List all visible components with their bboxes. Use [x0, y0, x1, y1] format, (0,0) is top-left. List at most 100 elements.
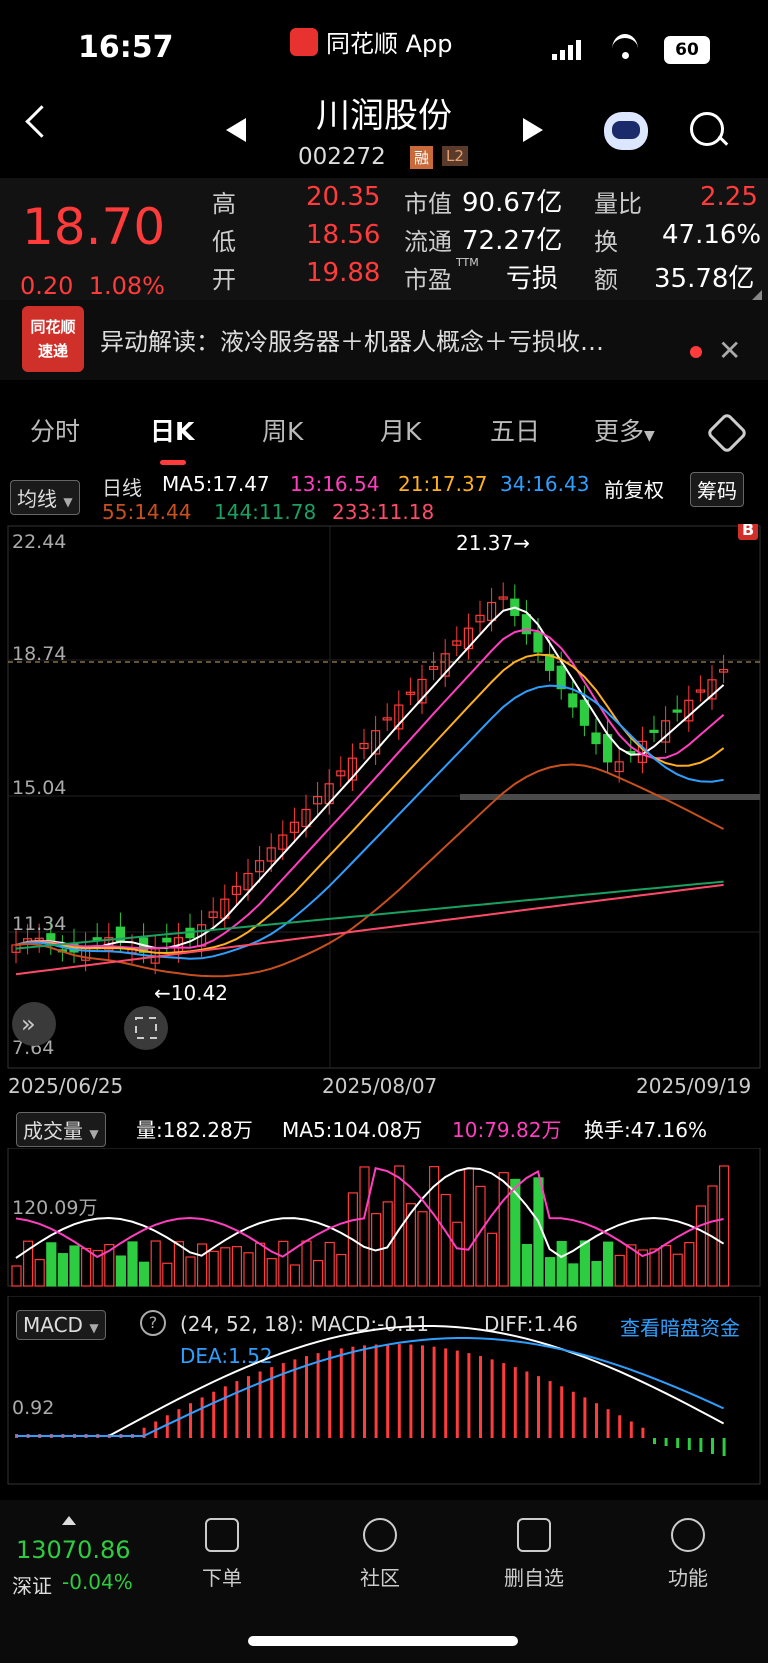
volume-bar: [718, 1165, 730, 1287]
volume-bar: [220, 1247, 231, 1287]
margin-tag: 融: [410, 146, 434, 169]
unread-dot-icon: [690, 346, 702, 358]
adjust-mode-label[interactable]: 前复权: [604, 474, 664, 503]
pe-label: 市盈: [404, 266, 452, 294]
nav-label: 社区: [360, 1566, 400, 1590]
volume-bar: [440, 1193, 451, 1287]
fullscreen-icon[interactable]: [124, 1006, 168, 1050]
nav-place-order[interactable]: 下单: [182, 1518, 262, 1591]
stock-name: 川润股份: [316, 96, 452, 136]
battery-level: 60: [675, 40, 699, 60]
wifi-icon: [612, 34, 642, 64]
index-value[interactable]: 13070.86: [16, 1536, 131, 1564]
volume-ratio-value: 2.25: [700, 182, 758, 212]
ma21-legend: 21:17.37: [398, 472, 488, 496]
volume-bar: [57, 1253, 69, 1287]
kline-chart[interactable]: 22.44 18.74 15.04 11.34 7.64 21.37→ ←10.…: [0, 524, 768, 1070]
expand-triangle-icon[interactable]: [752, 290, 762, 300]
minus-box-icon: [517, 1518, 551, 1552]
change-amount: 0.20: [20, 272, 74, 300]
macd-bar: [618, 1415, 622, 1438]
volume-bar: [46, 1242, 57, 1287]
macd-bar: [235, 1381, 239, 1438]
y-tick-label: 15.04: [12, 777, 66, 799]
low-value: 18.56: [306, 220, 381, 250]
volume-chart[interactable]: 120.09万: [0, 1148, 768, 1288]
index-name: 深证: [12, 1574, 52, 1598]
ma-line: [15, 628, 725, 950]
macd-bar: [583, 1397, 587, 1438]
volume-bar: [162, 1262, 173, 1287]
active-tab-indicator: [160, 460, 186, 465]
chevron-down-icon: ▼: [644, 428, 655, 444]
macd-bar: [165, 1415, 169, 1438]
macd-bar: [664, 1438, 668, 1446]
volume-ma-line: [15, 1167, 725, 1259]
volume-bar: [208, 1250, 219, 1287]
macd-histogram: [15, 1344, 726, 1456]
volume-bar: [614, 1254, 625, 1287]
volume-bar: [695, 1205, 707, 1287]
macd-bar: [653, 1438, 656, 1444]
high-marker: 21.37→: [456, 531, 530, 555]
volume-bar: [452, 1221, 463, 1287]
volume-bar: [150, 1240, 161, 1287]
next-stock-arrow-icon[interactable]: [523, 118, 543, 142]
nav-community[interactable]: 社区: [340, 1518, 420, 1591]
macd-bar: [339, 1348, 343, 1438]
macd-bar: [374, 1344, 378, 1438]
volume-bar: [649, 1248, 660, 1287]
news-logo-top: 同花顺: [30, 318, 76, 336]
nav-label: 下单: [202, 1566, 242, 1590]
pe-ttm-superscript: TTM: [456, 256, 479, 269]
gear-icon[interactable]: [705, 411, 749, 455]
app-logo-icon: [290, 27, 318, 56]
double-chevron-icon: »: [21, 1010, 36, 1038]
tab-intraday[interactable]: 分时: [30, 412, 80, 448]
volume-value: 量:182.28万: [136, 1118, 253, 1142]
document-icon: [205, 1518, 239, 1552]
macd-bar: [316, 1353, 320, 1438]
tab-monthly-k[interactable]: 月K: [380, 412, 421, 448]
tab-more[interactable]: 更多▼: [594, 412, 655, 448]
ma233-legend: 233:11.18: [332, 500, 435, 524]
macd-bar: [595, 1403, 598, 1438]
index-change: -0.04%: [62, 1570, 133, 1594]
back-to-app-link[interactable]: 同花顺 App: [290, 24, 453, 59]
turnover-value: 47.16%: [662, 220, 762, 250]
volume-ma-lines: [15, 1166, 725, 1259]
candle-body: [568, 693, 578, 708]
macd-bar: [548, 1381, 552, 1438]
volume-ma-line: [15, 1166, 724, 1259]
volume-bar: [289, 1264, 300, 1287]
nav-remove-watchlist[interactable]: 删自选: [494, 1518, 574, 1591]
candle-body: [591, 732, 601, 745]
stock-code: 002272: [298, 144, 386, 170]
low-label: 低: [212, 228, 236, 256]
macd-bar: [421, 1345, 424, 1438]
high-label: 高: [212, 190, 236, 218]
close-icon[interactable]: ✕: [718, 334, 741, 367]
robot-assistant-icon[interactable]: [604, 112, 648, 150]
volume-indicator-selector[interactable]: 成交量 ▼: [16, 1112, 106, 1147]
volume-bar: [602, 1241, 614, 1287]
chips-button[interactable]: 筹码: [690, 472, 744, 507]
market-cap-label: 市值: [404, 190, 452, 218]
macd-bar: [409, 1344, 413, 1438]
ma144-legend: 144:11.78: [214, 500, 317, 524]
y-tick-label: 22.44: [12, 531, 66, 553]
candle-body: [533, 632, 543, 653]
tab-daily-k[interactable]: 日K: [150, 412, 194, 448]
macd-chart[interactable]: 0.92: [0, 1296, 768, 1486]
macd-bar: [699, 1438, 703, 1452]
macd-bar: [444, 1348, 448, 1438]
candle-body: [649, 729, 659, 733]
volume-bar: [568, 1263, 579, 1287]
tab-weekly-k[interactable]: 周K: [262, 412, 303, 448]
news-text[interactable]: 异动解读：液冷服务器＋机器人概念＋亏损收…: [100, 322, 604, 357]
tab-five-day[interactable]: 五日: [490, 412, 540, 448]
volume-ma5: MA5:104.08万: [282, 1118, 423, 1142]
ma-selector[interactable]: 均线 ▼: [10, 480, 80, 515]
search-icon[interactable]: [690, 112, 729, 146]
nav-functions[interactable]: 功能: [648, 1518, 728, 1591]
